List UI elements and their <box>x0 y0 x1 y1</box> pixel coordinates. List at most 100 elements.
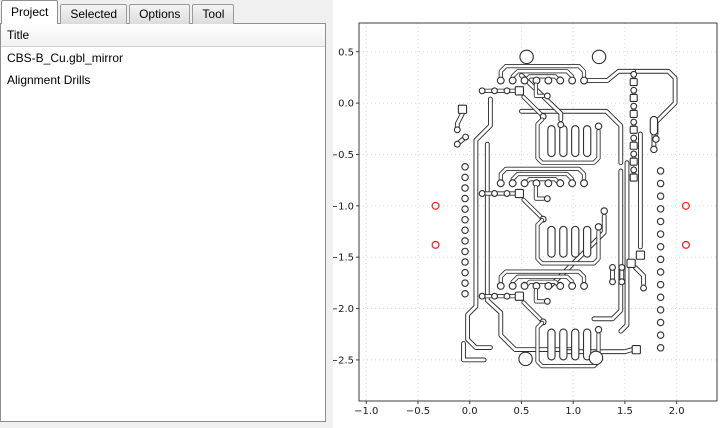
pad <box>631 71 637 77</box>
pad <box>492 88 498 94</box>
pad <box>492 293 498 299</box>
pad <box>462 227 468 233</box>
pad <box>631 103 637 109</box>
mount-hole <box>589 351 602 364</box>
slot <box>560 226 567 257</box>
pad <box>462 164 468 170</box>
pad <box>641 285 647 291</box>
pad <box>657 218 663 224</box>
pad <box>462 259 468 265</box>
pad <box>595 123 601 129</box>
list-item[interactable]: CBS-B_Cu.gbl_mirror <box>1 47 325 69</box>
pad <box>651 146 657 152</box>
square-pad <box>630 126 637 133</box>
pad <box>610 279 616 285</box>
x-tick-label: 1.0 <box>565 406 581 417</box>
list-header-title[interactable]: Title <box>1 24 325 47</box>
square-pad <box>630 79 637 86</box>
pad <box>497 77 504 84</box>
tab-project[interactable]: Project <box>1 0 58 24</box>
pad <box>521 180 528 187</box>
drill-marker <box>683 241 690 248</box>
pad <box>462 291 468 297</box>
plot-canvas[interactable]: −1.0−0.50.00.51.01.52.00.50.0−0.5−1.0−1.… <box>333 0 723 428</box>
project-tab-pane: Title CBS-B_Cu.gbl_mirrorAlignment Drill… <box>0 23 326 422</box>
pad <box>631 119 637 125</box>
slot <box>572 226 579 257</box>
pad <box>462 185 468 191</box>
pad <box>462 280 468 286</box>
tab-options[interactable]: Options <box>129 4 190 24</box>
x-tick-label: 0.5 <box>513 406 529 417</box>
pad <box>569 283 576 290</box>
pad <box>462 269 468 275</box>
slot <box>572 329 579 360</box>
pad <box>545 283 552 290</box>
square-pad <box>515 292 523 300</box>
slot <box>584 126 591 157</box>
pad <box>557 180 564 187</box>
pad <box>619 265 625 271</box>
pad <box>497 180 504 187</box>
pad <box>462 206 468 212</box>
pad <box>454 127 460 133</box>
pad <box>657 345 663 351</box>
mount-hole <box>592 50 605 63</box>
pad <box>657 206 663 212</box>
square-pad <box>632 346 640 354</box>
square-pad <box>515 87 523 95</box>
tab-bar: ProjectSelectedOptionsTool <box>1 0 236 24</box>
pad <box>509 283 516 290</box>
pad <box>631 167 637 173</box>
pad <box>657 307 663 313</box>
pad <box>657 319 663 325</box>
pad <box>545 77 552 84</box>
pad <box>454 141 460 147</box>
pad <box>509 77 516 84</box>
slot <box>572 126 579 157</box>
pad <box>509 180 516 187</box>
project-panel: ProjectSelectedOptionsTool Title CBS-B_C… <box>0 0 326 421</box>
slot <box>560 126 567 157</box>
pad <box>504 293 510 299</box>
pad <box>504 191 510 197</box>
pad <box>462 217 468 223</box>
pad <box>581 77 588 84</box>
flatcam-window: ProjectSelectedOptionsTool Title CBS-B_C… <box>0 0 723 428</box>
pad <box>479 293 485 299</box>
square-pad <box>515 189 523 197</box>
pad <box>504 88 510 94</box>
project-list: CBS-B_Cu.gbl_mirrorAlignment Drills <box>1 47 325 91</box>
pad <box>657 193 663 199</box>
pad <box>462 248 468 254</box>
y-tick-label: −2.5 <box>333 355 354 366</box>
y-tick-label: −1.5 <box>333 253 354 264</box>
pad <box>462 238 468 244</box>
square-pad <box>630 158 637 165</box>
pad <box>657 168 663 174</box>
pad <box>462 174 468 180</box>
tab-tool[interactable]: Tool <box>192 4 234 24</box>
pad <box>657 231 663 237</box>
slot <box>584 226 591 257</box>
x-tick-label: −0.5 <box>406 406 430 417</box>
x-tick-label: 1.5 <box>617 406 633 417</box>
pad <box>595 326 601 332</box>
pad <box>462 195 468 201</box>
x-tick-label: −1.0 <box>354 406 378 417</box>
square-pad <box>627 259 635 267</box>
pad <box>653 136 659 142</box>
pad <box>521 283 528 290</box>
x-tick-label: 0.0 <box>462 406 478 417</box>
square-pad <box>630 142 637 149</box>
slot <box>548 329 555 360</box>
pad <box>657 294 663 300</box>
list-item[interactable]: Alignment Drills <box>1 69 325 91</box>
square-pad <box>636 251 644 259</box>
tab-selected[interactable]: Selected <box>60 4 127 24</box>
square-pad <box>630 174 637 181</box>
pad <box>595 224 601 230</box>
square-pad <box>458 105 466 113</box>
y-tick-label: −1.0 <box>333 201 354 212</box>
x-tick-label: 2.0 <box>669 406 685 417</box>
